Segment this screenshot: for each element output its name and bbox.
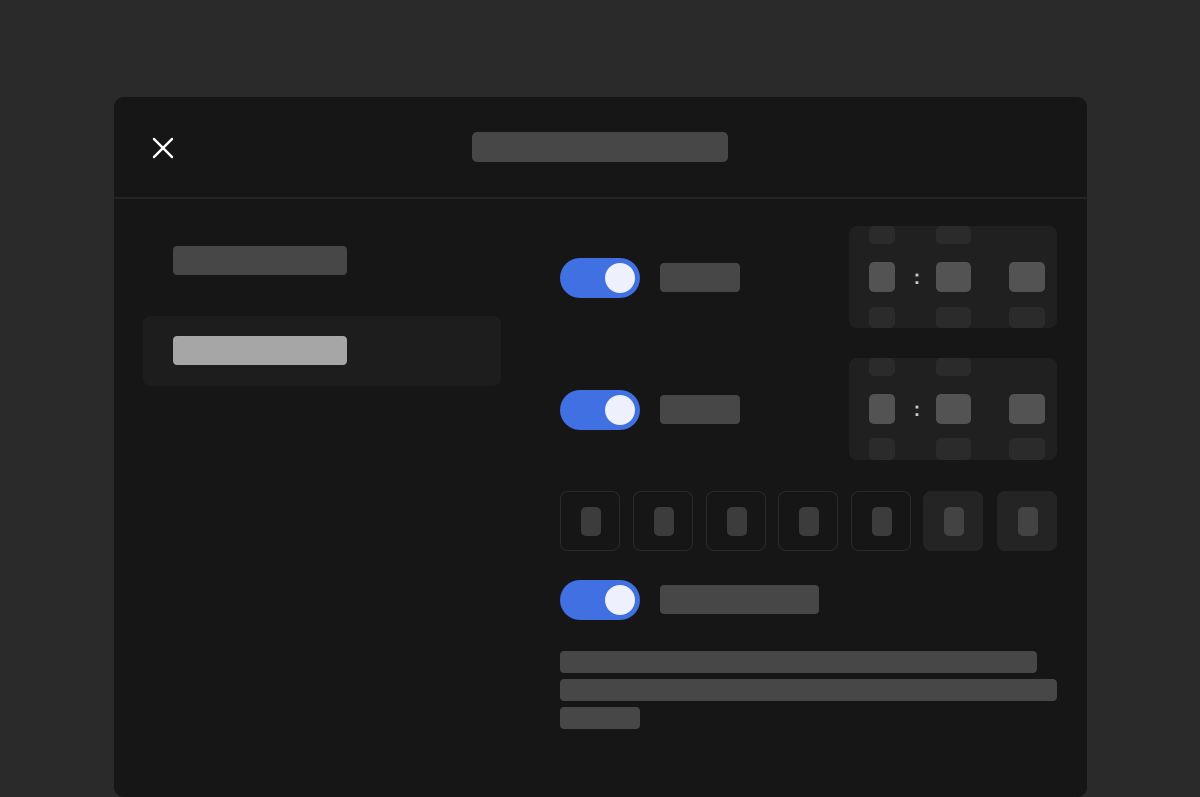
day-label: [799, 507, 819, 536]
toggle-label-1: [660, 263, 740, 292]
minute-prev[interactable]: [936, 226, 971, 244]
sidebar-item-label: [173, 336, 347, 365]
day-label: [581, 507, 601, 536]
day-label: [944, 507, 964, 536]
toggle-label-3: [660, 585, 819, 614]
hour-prev[interactable]: [869, 226, 895, 244]
description-line-3: [560, 707, 640, 729]
toggle-knob: [605, 585, 635, 615]
toggle-switch-1[interactable]: [560, 258, 640, 298]
hour-value[interactable]: [869, 394, 895, 424]
dialog-title: [472, 132, 728, 162]
minute-next[interactable]: [936, 438, 971, 460]
hour-prev[interactable]: [869, 358, 895, 376]
day-label: [1018, 507, 1038, 536]
day-label: [872, 507, 892, 536]
time-picker-2: :: [849, 358, 1057, 460]
ampm-next[interactable]: [1009, 307, 1045, 328]
settings-dialog: : :: [114, 97, 1087, 797]
ampm-next[interactable]: [1009, 438, 1045, 460]
day-button-4[interactable]: [778, 491, 838, 551]
dialog-header: [114, 97, 1087, 199]
ampm-value[interactable]: [1009, 262, 1045, 292]
description-line-2: [560, 679, 1057, 701]
hour-next[interactable]: [869, 307, 895, 328]
day-button-6[interactable]: [923, 491, 983, 551]
day-button-5[interactable]: [851, 491, 911, 551]
toggle-knob: [605, 263, 635, 293]
hour-value[interactable]: [869, 262, 895, 292]
toggle-label-2: [660, 395, 740, 424]
day-label: [727, 507, 747, 536]
day-button-2[interactable]: [633, 491, 693, 551]
toggle-knob: [605, 395, 635, 425]
day-button-7[interactable]: [997, 491, 1057, 551]
time-separator: :: [913, 399, 921, 421]
close-button[interactable]: [148, 133, 178, 163]
minute-value[interactable]: [936, 394, 971, 424]
day-label: [654, 507, 674, 536]
sidebar-item-2-selected[interactable]: [143, 316, 501, 386]
close-icon: [152, 137, 174, 159]
description-line-1: [560, 651, 1037, 673]
toggle-switch-3[interactable]: [560, 580, 640, 620]
minute-prev[interactable]: [936, 358, 971, 376]
time-separator: :: [913, 267, 921, 289]
toggle-switch-2[interactable]: [560, 390, 640, 430]
day-button-3[interactable]: [706, 491, 766, 551]
sidebar-item-label: [173, 246, 347, 275]
time-picker-1: :: [849, 226, 1057, 328]
minute-next[interactable]: [936, 307, 971, 328]
sidebar-item-1[interactable]: [143, 225, 501, 295]
hour-next[interactable]: [869, 438, 895, 460]
minute-value[interactable]: [936, 262, 971, 292]
day-button-1[interactable]: [560, 491, 620, 551]
ampm-value[interactable]: [1009, 394, 1045, 424]
